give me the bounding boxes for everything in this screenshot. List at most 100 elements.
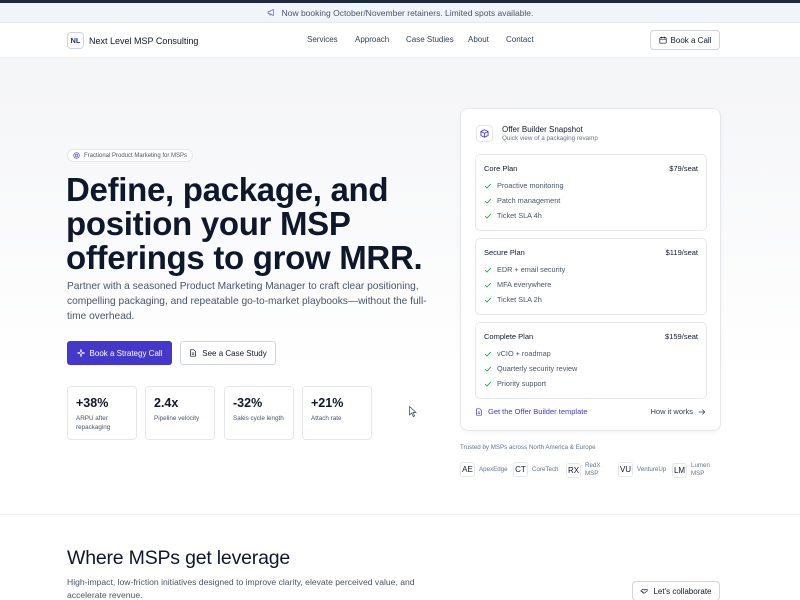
top-navigation: NL Next Level MSP Consulting Services Ap…: [0, 23, 800, 58]
plan-price: $159/seat: [665, 332, 698, 341]
hero-headline: Define, package, and position your MSP o…: [66, 173, 446, 275]
plan-feature-text: vCIO + roadmap: [497, 349, 551, 358]
how-it-works-link[interactable]: How it works: [650, 407, 706, 416]
hero-badge-text: Fractional Product Marketing for MSPs: [84, 152, 188, 159]
client-logo-mark: RX: [566, 462, 581, 478]
client-logo: CT CoreTech: [513, 462, 558, 477]
plan-feature: EDR + email security: [484, 265, 565, 274]
headline-line: offerings to grow MRR.: [66, 239, 423, 276]
plan-feature: Ticket SLA 2h: [484, 295, 542, 304]
stat-card-pipeline: 2.4x Pipeline velocity: [145, 386, 215, 440]
check-icon: [484, 183, 492, 189]
offer-builder-snapshot-card: Offer Builder Snapshot Quick view of a p…: [460, 108, 721, 431]
how-it-works-label: How it works: [650, 407, 693, 416]
check-icon: [484, 282, 492, 288]
nav-link-approach[interactable]: Approach: [355, 35, 406, 44]
brand-name: Next Level MSP Consulting: [89, 35, 199, 46]
leverage-section-copy: High-impact, low-friction initiatives de…: [67, 577, 415, 600]
mouse-pointer-icon: [409, 406, 417, 417]
plan-price: $79/seat: [669, 164, 698, 173]
lets-collaborate-button[interactable]: Let's collaborate: [632, 581, 720, 600]
client-logo-name: VentureUp: [637, 465, 667, 473]
arrow-right-icon: [698, 408, 706, 415]
plan-feature-text: Priority support: [497, 379, 547, 388]
book-strategy-call-button[interactable]: Book a Strategy Call: [67, 341, 172, 365]
client-logo-name: ApexEdge: [479, 465, 508, 473]
plan-feature-text: MFA everywhere: [497, 280, 552, 289]
plan-name: Secure Plan: [484, 248, 525, 257]
card-title: Offer Builder Snapshot: [502, 125, 583, 134]
file-icon: [476, 407, 482, 416]
stat-card-sales-cycle: -32% Sales cycle length: [224, 386, 294, 440]
plan-name: Core Plan: [484, 164, 518, 173]
announcement-text: Now booking October/November retainers. …: [281, 7, 534, 18]
stat-value: 2.4x: [154, 396, 179, 410]
plan-feature: Ticket SLA 4h: [484, 211, 542, 220]
stat-label: Attach rate: [311, 415, 342, 422]
handshake-icon: [640, 589, 649, 594]
card-subtitle: Quick view of a packaging revamp: [502, 135, 598, 142]
card-icon-box: [476, 125, 493, 142]
stat-value: +21%: [311, 396, 344, 410]
client-logo-mark: AE: [460, 462, 475, 477]
plan-feature: Patch management: [484, 196, 560, 205]
stat-value: +38%: [76, 396, 109, 410]
stat-card-arpu: +38% ARPU after repackaging: [67, 386, 137, 440]
client-logo: AE ApexEdge: [460, 462, 508, 477]
stat-label: Sales cycle length: [233, 415, 284, 422]
plan-card-secure: Secure Plan $119/seat EDR + email securi…: [475, 238, 707, 315]
plan-feature-text: Patch management: [497, 196, 561, 205]
leverage-section-title: Where MSPs get leverage: [67, 547, 291, 569]
client-logo-mark: CT: [513, 462, 528, 477]
check-icon: [484, 267, 492, 273]
lets-collaborate-label: Let's collaborate: [653, 586, 712, 596]
offer-builder-template-link[interactable]: Get the Offer Builder template: [475, 407, 588, 416]
sparkle-icon: [76, 349, 85, 357]
nav-link-about[interactable]: About: [468, 35, 506, 44]
plan-feature-text: Proactive monitoring: [497, 181, 564, 190]
see-case-study-label: See a Case Study: [202, 348, 267, 358]
check-icon: [484, 366, 492, 372]
client-logo-name: RedX MSP: [585, 462, 601, 477]
client-logo-mark: LM: [672, 462, 687, 478]
document-icon: [190, 349, 197, 357]
stat-label: ARPU after repackaging: [76, 415, 111, 431]
announcement-bar: Now booking October/November retainers. …: [0, 3, 800, 23]
nav-link-services[interactable]: Services: [307, 35, 355, 44]
book-strategy-call-label: Book a Strategy Call: [89, 348, 163, 358]
client-logo: RX RedX MSP: [566, 462, 603, 478]
stat-label: Pipeline velocity: [154, 415, 200, 422]
plan-feature-text: EDR + email security: [497, 265, 566, 274]
client-logo: LM Lumen MSP: [672, 462, 715, 478]
plan-card-core: Core Plan $79/seat Proactive monitoring …: [475, 154, 707, 231]
plan-price: $119/seat: [665, 248, 698, 257]
check-icon: [484, 381, 492, 387]
check-icon: [484, 351, 492, 357]
see-case-study-button[interactable]: See a Case Study: [180, 341, 276, 365]
nav-link-case-studies[interactable]: Case Studies: [406, 35, 468, 44]
client-logo: VU VentureUp: [618, 462, 666, 477]
client-logo-name: Lumen MSP: [691, 462, 710, 477]
client-logo-mark: VU: [618, 462, 633, 477]
hero-subcopy: Partner with a seasoned Product Marketin…: [67, 281, 427, 322]
megaphone-icon: [267, 8, 274, 17]
plan-feature-text: Ticket SLA 2h: [497, 295, 542, 304]
book-call-button[interactable]: Book a Call: [650, 30, 720, 50]
plan-name: Complete Plan: [484, 332, 534, 341]
brand-logo-link[interactable]: NL Next Level MSP Consulting: [67, 32, 198, 49]
nav-links: Services Approach Case Studies About Con…: [307, 35, 534, 44]
check-icon: [484, 198, 492, 204]
hero-badge: Fractional Product Marketing for MSPs: [67, 149, 194, 162]
plan-feature: Proactive monitoring: [484, 181, 564, 190]
client-logo-name: CoreTech: [532, 465, 559, 473]
plan-feature: Quarterly security review: [484, 364, 577, 373]
offer-builder-template-label: Get the Offer Builder template: [488, 407, 588, 416]
plan-feature-text: Ticket SLA 4h: [497, 211, 542, 220]
stat-value: -32%: [233, 396, 263, 410]
brand-mark: NL: [67, 32, 84, 49]
plan-feature: vCIO + roadmap: [484, 349, 551, 358]
check-icon: [484, 297, 492, 303]
target-icon: [73, 152, 80, 159]
nav-link-contact[interactable]: Contact: [506, 35, 534, 44]
plan-feature: MFA everywhere: [484, 280, 551, 289]
